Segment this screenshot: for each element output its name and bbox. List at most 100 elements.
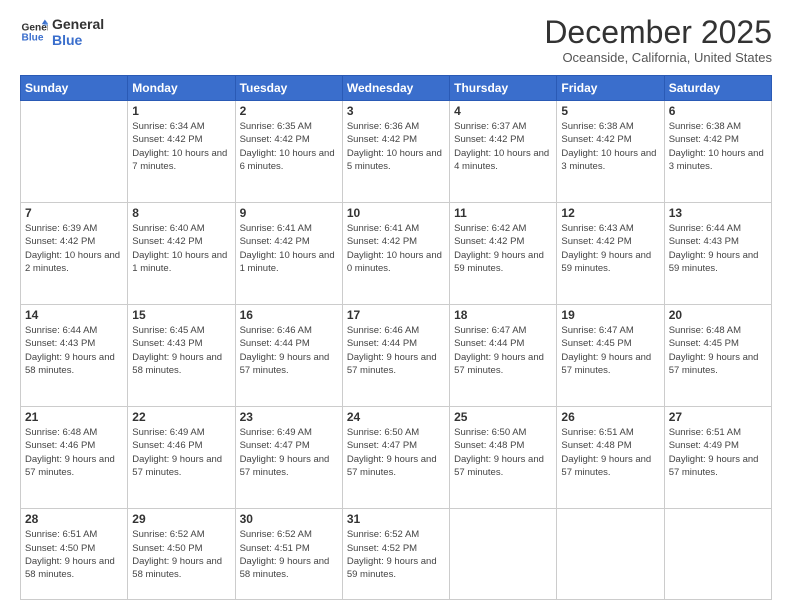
day-number: 9 — [240, 206, 338, 220]
day-info: Sunrise: 6:47 AMSunset: 4:44 PMDaylight:… — [454, 324, 552, 377]
day-info: Sunrise: 6:52 AMSunset: 4:50 PMDaylight:… — [132, 528, 230, 581]
day-info: Sunrise: 6:52 AMSunset: 4:51 PMDaylight:… — [240, 528, 338, 581]
day-number: 24 — [347, 410, 445, 424]
week-row-2: 7Sunrise: 6:39 AMSunset: 4:42 PMDaylight… — [21, 203, 772, 305]
day-number: 11 — [454, 206, 552, 220]
page: General Blue General Blue December 2025 … — [0, 0, 792, 612]
weekday-header-saturday: Saturday — [664, 76, 771, 101]
day-info: Sunrise: 6:47 AMSunset: 4:45 PMDaylight:… — [561, 324, 659, 377]
svg-text:Blue: Blue — [22, 33, 44, 44]
calendar-cell — [557, 509, 664, 600]
day-info: Sunrise: 6:48 AMSunset: 4:45 PMDaylight:… — [669, 324, 767, 377]
calendar-cell: 7Sunrise: 6:39 AMSunset: 4:42 PMDaylight… — [21, 203, 128, 305]
logo-icon: General Blue — [20, 18, 48, 46]
calendar-cell — [21, 101, 128, 203]
calendar-cell: 4 Sunrise: 6:37 AMSunset: 4:42 PMDaylight… — [450, 101, 557, 203]
day-info: Sunrise: 6:39 AMSunset: 4:42 PMDaylight:… — [25, 222, 123, 275]
day-number: 15 — [132, 308, 230, 322]
calendar-cell: 28 Sunrise: 6:51 AMSunset: 4:50 PMDayligh… — [21, 509, 128, 600]
weekday-header-friday: Friday — [557, 76, 664, 101]
calendar-table: SundayMondayTuesdayWednesdayThursdayFrid… — [20, 75, 772, 600]
day-number: 6 — [669, 104, 767, 118]
logo-blue: Blue — [52, 32, 104, 48]
logo-general: General — [52, 16, 104, 32]
day-number: 28 — [25, 512, 123, 526]
calendar-cell: 26 Sunrise: 6:51 AMSunset: 4:48 PMDayligh… — [557, 407, 664, 509]
logo: General Blue General Blue — [20, 16, 104, 48]
calendar-cell: 25Sunrise: 6:50 AMSunset: 4:48 PMDayligh… — [450, 407, 557, 509]
day-info: Sunrise: 6:46 AMSunset: 4:44 PMDaylight:… — [347, 324, 445, 377]
day-info: Sunrise: 6:35 AMSunset: 4:42 PMDaylight:… — [240, 120, 338, 173]
week-row-4: 21 Sunrise: 6:48 AMSunset: 4:46 PMDayligh… — [21, 407, 772, 509]
day-info: Sunrise: 6:46 AMSunset: 4:44 PMDaylight:… — [240, 324, 338, 377]
calendar-cell: 12Sunrise: 6:43 AMSunset: 4:42 PMDayligh… — [557, 203, 664, 305]
day-number: 18 — [454, 308, 552, 322]
day-info: Sunrise: 6:41 AMSunset: 4:42 PMDaylight:… — [347, 222, 445, 275]
day-info: Sunrise: 6:51 AMSunset: 4:48 PMDaylight:… — [561, 426, 659, 479]
calendar-cell — [664, 509, 771, 600]
calendar-cell: 17 Sunrise: 6:46 AMSunset: 4:44 PMDayligh… — [342, 305, 449, 407]
day-info: Sunrise: 6:44 AMSunset: 4:43 PMDaylight:… — [25, 324, 123, 377]
day-number: 22 — [132, 410, 230, 424]
calendar-cell: 2 Sunrise: 6:35 AMSunset: 4:42 PMDaylight… — [235, 101, 342, 203]
day-info: Sunrise: 6:44 AMSunset: 4:43 PMDaylight:… — [669, 222, 767, 275]
month-title: December 2025 — [544, 16, 772, 48]
day-number: 4 — [454, 104, 552, 118]
calendar-cell: 11Sunrise: 6:42 AMSunset: 4:42 PMDayligh… — [450, 203, 557, 305]
week-row-5: 28 Sunrise: 6:51 AMSunset: 4:50 PMDayligh… — [21, 509, 772, 600]
header: General Blue General Blue December 2025 … — [20, 16, 772, 65]
weekday-header-tuesday: Tuesday — [235, 76, 342, 101]
weekday-header-monday: Monday — [128, 76, 235, 101]
day-number: 27 — [669, 410, 767, 424]
day-info: Sunrise: 6:51 AMSunset: 4:49 PMDaylight:… — [669, 426, 767, 479]
weekday-header-thursday: Thursday — [450, 76, 557, 101]
day-info: Sunrise: 6:34 AMSunset: 4:42 PMDaylight:… — [132, 120, 230, 173]
calendar-cell: 29 Sunrise: 6:52 AMSunset: 4:50 PMDayligh… — [128, 509, 235, 600]
day-number: 25 — [454, 410, 552, 424]
calendar-cell: 15Sunrise: 6:45 AMSunset: 4:43 PMDayligh… — [128, 305, 235, 407]
day-info: Sunrise: 6:51 AMSunset: 4:50 PMDaylight:… — [25, 528, 123, 581]
calendar-cell: 10Sunrise: 6:41 AMSunset: 4:42 PMDayligh… — [342, 203, 449, 305]
calendar-cell: 14Sunrise: 6:44 AMSunset: 4:43 PMDayligh… — [21, 305, 128, 407]
day-info: Sunrise: 6:43 AMSunset: 4:42 PMDaylight:… — [561, 222, 659, 275]
calendar-cell: 1Sunrise: 6:34 AMSunset: 4:42 PMDaylight… — [128, 101, 235, 203]
day-info: Sunrise: 6:37 AMSunset: 4:42 PMDaylight:… — [454, 120, 552, 173]
day-number: 21 — [25, 410, 123, 424]
day-info: Sunrise: 6:49 AMSunset: 4:46 PMDaylight:… — [132, 426, 230, 479]
calendar-cell: 3 Sunrise: 6:36 AMSunset: 4:42 PMDaylight… — [342, 101, 449, 203]
day-number: 31 — [347, 512, 445, 526]
day-info: Sunrise: 6:38 AMSunset: 4:42 PMDaylight:… — [561, 120, 659, 173]
day-number: 19 — [561, 308, 659, 322]
calendar-cell: 9Sunrise: 6:41 AMSunset: 4:42 PMDaylight… — [235, 203, 342, 305]
calendar-cell: 22 Sunrise: 6:49 AMSunset: 4:46 PMDayligh… — [128, 407, 235, 509]
location: Oceanside, California, United States — [544, 50, 772, 65]
day-number: 3 — [347, 104, 445, 118]
day-number: 29 — [132, 512, 230, 526]
week-row-1: 1Sunrise: 6:34 AMSunset: 4:42 PMDaylight… — [21, 101, 772, 203]
day-number: 20 — [669, 308, 767, 322]
day-number: 26 — [561, 410, 659, 424]
weekday-header-row: SundayMondayTuesdayWednesdayThursdayFrid… — [21, 76, 772, 101]
calendar-cell: 8Sunrise: 6:40 AMSunset: 4:42 PMDaylight… — [128, 203, 235, 305]
day-info: Sunrise: 6:49 AMSunset: 4:47 PMDaylight:… — [240, 426, 338, 479]
calendar-cell: 6 Sunrise: 6:38 AMSunset: 4:42 PMDaylight… — [664, 101, 771, 203]
day-info: Sunrise: 6:36 AMSunset: 4:42 PMDaylight:… — [347, 120, 445, 173]
day-number: 17 — [347, 308, 445, 322]
day-number: 16 — [240, 308, 338, 322]
day-info: Sunrise: 6:50 AMSunset: 4:47 PMDaylight:… — [347, 426, 445, 479]
title-section: December 2025 Oceanside, California, Uni… — [544, 16, 772, 65]
day-info: Sunrise: 6:48 AMSunset: 4:46 PMDaylight:… — [25, 426, 123, 479]
calendar-cell: 18 Sunrise: 6:47 AMSunset: 4:44 PMDayligh… — [450, 305, 557, 407]
calendar-cell: 5 Sunrise: 6:38 AMSunset: 4:42 PMDaylight… — [557, 101, 664, 203]
day-info: Sunrise: 6:38 AMSunset: 4:42 PMDaylight:… — [669, 120, 767, 173]
day-number: 8 — [132, 206, 230, 220]
calendar-cell: 20 Sunrise: 6:48 AMSunset: 4:45 PMDayligh… — [664, 305, 771, 407]
calendar-cell: 21 Sunrise: 6:48 AMSunset: 4:46 PMDayligh… — [21, 407, 128, 509]
day-number: 5 — [561, 104, 659, 118]
day-number: 13 — [669, 206, 767, 220]
calendar-cell: 13 Sunrise: 6:44 AMSunset: 4:43 PMDayligh… — [664, 203, 771, 305]
day-number: 30 — [240, 512, 338, 526]
calendar-cell: 24 Sunrise: 6:50 AMSunset: 4:47 PMDayligh… — [342, 407, 449, 509]
day-number: 2 — [240, 104, 338, 118]
calendar-cell: 16 Sunrise: 6:46 AMSunset: 4:44 PMDayligh… — [235, 305, 342, 407]
